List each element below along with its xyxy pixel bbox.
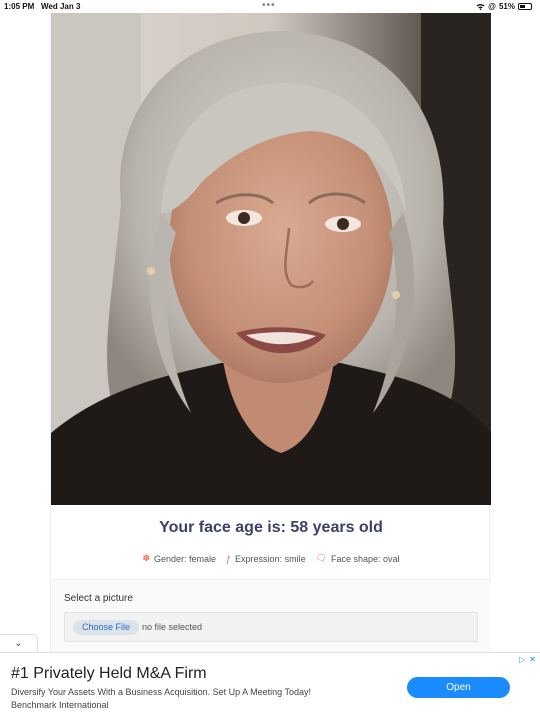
wifi-icon bbox=[476, 3, 485, 10]
chevron-down-icon: ⌄ bbox=[14, 638, 23, 649]
expression-attribute: ƒ Expression: smile bbox=[226, 553, 306, 564]
status-date: Wed Jan 3 bbox=[41, 2, 81, 11]
face-attributes: ✽ Gender: female ƒ Expression: smile 🗨 F… bbox=[51, 553, 491, 564]
status-time: 1:05 PM bbox=[4, 2, 35, 11]
expression-label: Expression: smile bbox=[235, 553, 306, 564]
ad-collapse-toggle[interactable]: ⌄ bbox=[0, 634, 38, 652]
choose-file-button[interactable]: Choose File bbox=[73, 620, 140, 635]
battery-percent: 51% bbox=[498, 2, 515, 11]
status-bar: 1:05 PM Wed Jan 3 ••• @ 51% bbox=[0, 0, 540, 13]
ad-title[interactable]: #1 Privately Held M&A Firm bbox=[11, 665, 207, 683]
at-icon: @ bbox=[488, 2, 496, 11]
chat-bubble-icon: 🗨 bbox=[315, 553, 328, 563]
ad-description: Diversify Your Assets With a Business Ac… bbox=[11, 687, 311, 697]
ad-banner[interactable]: ▷ ✕ #1 Privately Held M&A Firm Diversify… bbox=[0, 652, 540, 720]
flower-icon: ✽ bbox=[142, 553, 150, 563]
ad-open-button[interactable]: Open bbox=[407, 677, 510, 698]
expression-icon: ƒ bbox=[226, 553, 232, 564]
ad-brand: Benchmark International bbox=[11, 700, 109, 710]
file-status: no file selected bbox=[142, 622, 203, 632]
face-shape-attribute: 🗨 Face shape: oval bbox=[316, 553, 400, 564]
battery-icon bbox=[518, 3, 532, 10]
upload-section: Select a picture Choose File no file sel… bbox=[51, 579, 491, 659]
ad-controls: ▷ ✕ bbox=[519, 655, 536, 664]
face-shape-label: Face shape: oval bbox=[331, 553, 400, 564]
face-age-result: Your face age is: 58 years old bbox=[159, 519, 383, 536]
gender-attribute: ✽ Gender: female bbox=[142, 553, 216, 564]
multitasking-dots[interactable]: ••• bbox=[262, 0, 276, 11]
close-icon[interactable]: ✕ bbox=[529, 655, 536, 664]
select-picture-label: Select a picture bbox=[64, 593, 133, 604]
adchoices-icon[interactable]: ▷ bbox=[519, 655, 525, 664]
portrait-image bbox=[51, 13, 491, 505]
status-right: @ 51% bbox=[476, 2, 532, 11]
face-age-card: Your face age is: 58 years old ✽ Gender:… bbox=[50, 13, 491, 659]
uploaded-face-photo bbox=[51, 13, 491, 505]
gender-label: Gender: female bbox=[153, 553, 217, 564]
file-input[interactable]: Choose File no file selected bbox=[64, 612, 478, 642]
